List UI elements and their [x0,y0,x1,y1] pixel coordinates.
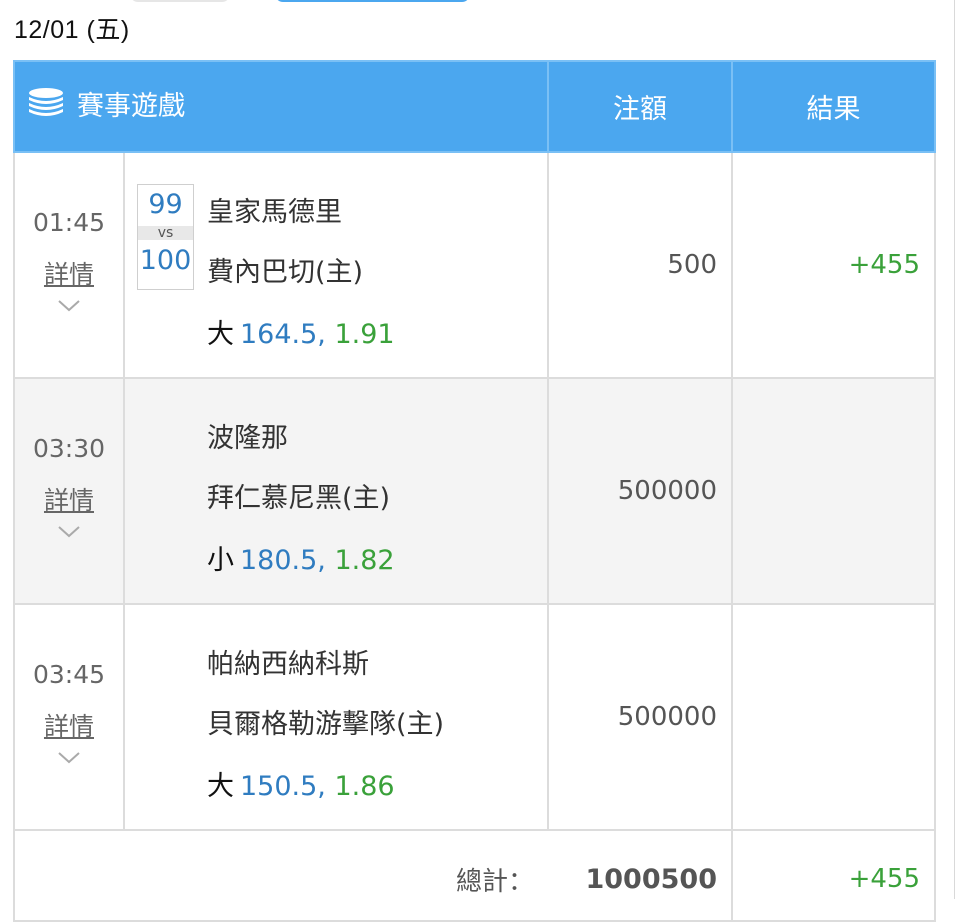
bets-table: 賽事遊戲 注額 結果 01:45 詳情 99 vs 100 皇家馬德里 費內巴切… [13,60,936,922]
team-away: 費內巴切(主) [207,257,364,288]
total-result: +455 [731,829,936,922]
team-away: 貝爾格勒游擊隊(主) [207,709,445,740]
total-amount: 1000500 [548,829,733,922]
chevron-down-icon[interactable] [57,299,81,313]
table-row: 03:45 詳情 帕納西納科斯 貝爾格勒游擊隊(主) 大 150.5, 1.86 … [13,603,936,831]
amount-cell: 500000 [547,377,733,605]
score-home: 99 [148,189,183,220]
bet-odds: 1.91 [334,319,395,350]
match-time: 01:45 [32,207,106,237]
match-time: 03:30 [32,433,106,463]
amount-cell: 500000 [547,603,733,831]
detail-link[interactable]: 詳情 [15,481,123,517]
coin-stack-icon [27,86,65,129]
odds-line: 小 180.5, 1.82 [207,538,395,577]
detail-link[interactable]: 詳情 [15,707,123,743]
bet-line: 180.5, [240,545,326,576]
right-edge-divider [954,0,955,899]
match-cell: 帕納西納科斯 貝爾格勒游擊隊(主) 大 150.5, 1.86 [123,603,549,831]
bet-line: 164.5, [240,319,326,350]
match-time: 03:45 [32,659,106,689]
odds-line: 大 164.5, 1.91 [207,312,395,351]
vs-label: vs [138,226,193,240]
date-label: 12/01 (五) [14,16,130,44]
bet-line: 150.5, [240,771,326,802]
time-cell: 03:30 詳情 [13,377,125,605]
score-away: 100 [139,245,192,276]
bet-pick: 大 [207,319,234,350]
header-amount: 注額 [547,60,733,153]
detail-link[interactable]: 詳情 [15,255,123,291]
header-result: 結果 [731,60,936,153]
table-header: 賽事遊戲 注額 結果 [13,60,936,153]
chevron-down-icon[interactable] [57,751,81,765]
team-home: 帕納西納科斯 [207,649,369,680]
team-home: 皇家馬德里 [207,197,342,228]
total-row: 總計： 1000500 +455 [13,829,936,922]
chevron-down-icon[interactable] [57,525,81,539]
time-cell: 03:45 詳情 [13,603,125,831]
top-tab-inactive[interactable] [130,0,230,2]
odds-line: 大 150.5, 1.86 [207,764,395,803]
header-game-label: 賽事遊戲 [77,91,185,122]
bet-odds: 1.86 [334,771,395,802]
result-cell [731,377,936,605]
time-cell: 01:45 詳情 [13,151,125,379]
table-row: 01:45 詳情 99 vs 100 皇家馬德里 費內巴切(主) 大164.5 [13,151,936,379]
score-box: 99 vs 100 [137,184,194,290]
result-cell: +455 [731,151,936,379]
bet-pick: 大 [207,771,234,802]
result-cell [731,603,936,831]
table-row: 03:30 詳情 波隆那 拜仁慕尼黑(主) 小 180.5, 1.82 50000… [13,377,936,605]
bet-pick: 小 [207,545,234,576]
team-away: 拜仁慕尼黑(主) [207,483,391,514]
top-tab-active[interactable] [275,0,470,2]
team-home: 波隆那 [207,423,288,454]
bet-odds: 1.82 [334,545,395,576]
header-game: 賽事遊戲 [13,60,549,153]
match-cell: 99 vs 100 皇家馬德里 費內巴切(主) 大 164.5, 1.91 [123,151,549,379]
match-cell: 波隆那 拜仁慕尼黑(主) 小 180.5, 1.82 [123,377,549,605]
amount-cell: 500 [547,151,733,379]
total-label: 總計： [13,829,548,922]
